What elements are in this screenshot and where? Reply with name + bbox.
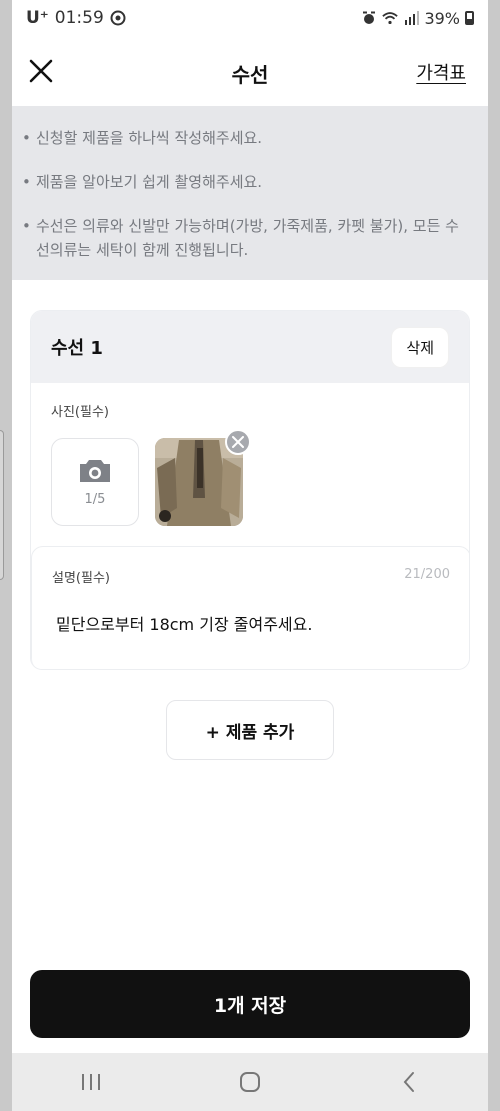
app-frame: U⁺ 01:59 39% 수선 가격표 • 신청할 제품을 하나씩 작성해주세요… xyxy=(12,0,488,1111)
status-bar: U⁺ 01:59 39% xyxy=(12,0,488,36)
bullet-icon: • xyxy=(22,217,31,235)
delete-button[interactable]: 삭제 xyxy=(391,326,449,368)
header-bar: 수선 가격표 xyxy=(12,36,488,106)
status-left: U⁺ 01:59 xyxy=(26,8,126,28)
add-photo-button[interactable]: 1/5 xyxy=(51,438,139,526)
price-list-link[interactable]: 가격표 xyxy=(416,59,466,85)
side-edge-handle[interactable] xyxy=(0,430,4,580)
notice-text: 신청할 제품을 하나씩 작성해주세요. xyxy=(36,129,263,147)
aperture-icon xyxy=(110,10,126,26)
notice-item: • 제품을 알아보기 쉽게 촬영해주세요. xyxy=(22,170,470,194)
description-field[interactable]: 설명(필수) 21/200 밑단으로부터 18cm 기장 줄여주세요. xyxy=(31,546,469,669)
alarm-icon xyxy=(361,10,377,26)
add-product-button[interactable]: + 제품 추가 xyxy=(166,700,334,760)
repair-item-card: 수선 1 삭제 사진(필수) 1/5 설명(필수) 21/200 밑단으로부터 … xyxy=(30,310,470,670)
notice-list: • 신청할 제품을 하나씩 작성해주세요. • 제품을 알아보기 쉽게 촬영해주… xyxy=(12,106,488,280)
card-header: 수선 1 삭제 xyxy=(31,311,469,383)
photo-label: 사진(필수) xyxy=(51,405,109,420)
camera-icon xyxy=(80,459,110,482)
recent-apps-button[interactable] xyxy=(61,1062,121,1102)
back-button[interactable] xyxy=(379,1062,439,1102)
photo-count: 1/5 xyxy=(84,491,106,507)
repair-form: 수선 1 삭제 사진(필수) 1/5 설명(필수) 21/200 밑단으로부터 … xyxy=(12,280,488,1060)
description-text[interactable]: 밑단으로부터 18cm 기장 줄여주세요. xyxy=(56,611,312,635)
save-button[interactable]: 1개 저장 xyxy=(30,970,470,1038)
remove-photo-button[interactable] xyxy=(225,429,251,455)
system-nav-bar xyxy=(12,1053,488,1111)
bullet-icon: • xyxy=(22,173,31,191)
recent-apps-icon xyxy=(82,1074,101,1090)
bullet-icon: • xyxy=(22,129,31,147)
back-icon xyxy=(403,1072,414,1092)
home-button[interactable] xyxy=(220,1062,280,1102)
status-right: 39% xyxy=(361,9,474,28)
notice-text: 제품을 알아보기 쉽게 촬영해주세요. xyxy=(36,173,263,191)
close-icon xyxy=(232,436,244,448)
description-label: 설명(필수) xyxy=(52,571,110,586)
home-icon xyxy=(239,1072,260,1092)
battery-percent: 39% xyxy=(424,8,460,28)
clock: 01:59 xyxy=(54,8,104,28)
notice-text: 수선은 의류와 신발만 가능하며(가방, 가죽제품, 카펫 불가), 모든 수선… xyxy=(36,217,459,259)
wifi-icon xyxy=(382,10,399,26)
carrier-label: U⁺ xyxy=(26,8,49,28)
signal-icon xyxy=(403,10,420,26)
notice-item: • 신청할 제품을 하나씩 작성해주세요. xyxy=(22,126,470,150)
battery-icon xyxy=(465,11,474,25)
notice-item: • 수선은 의류와 신발만 가능하며(가방, 가죽제품, 카펫 불가), 모든 … xyxy=(22,214,470,262)
description-char-count: 21/200 xyxy=(404,567,450,582)
card-title: 수선 1 xyxy=(51,338,103,359)
